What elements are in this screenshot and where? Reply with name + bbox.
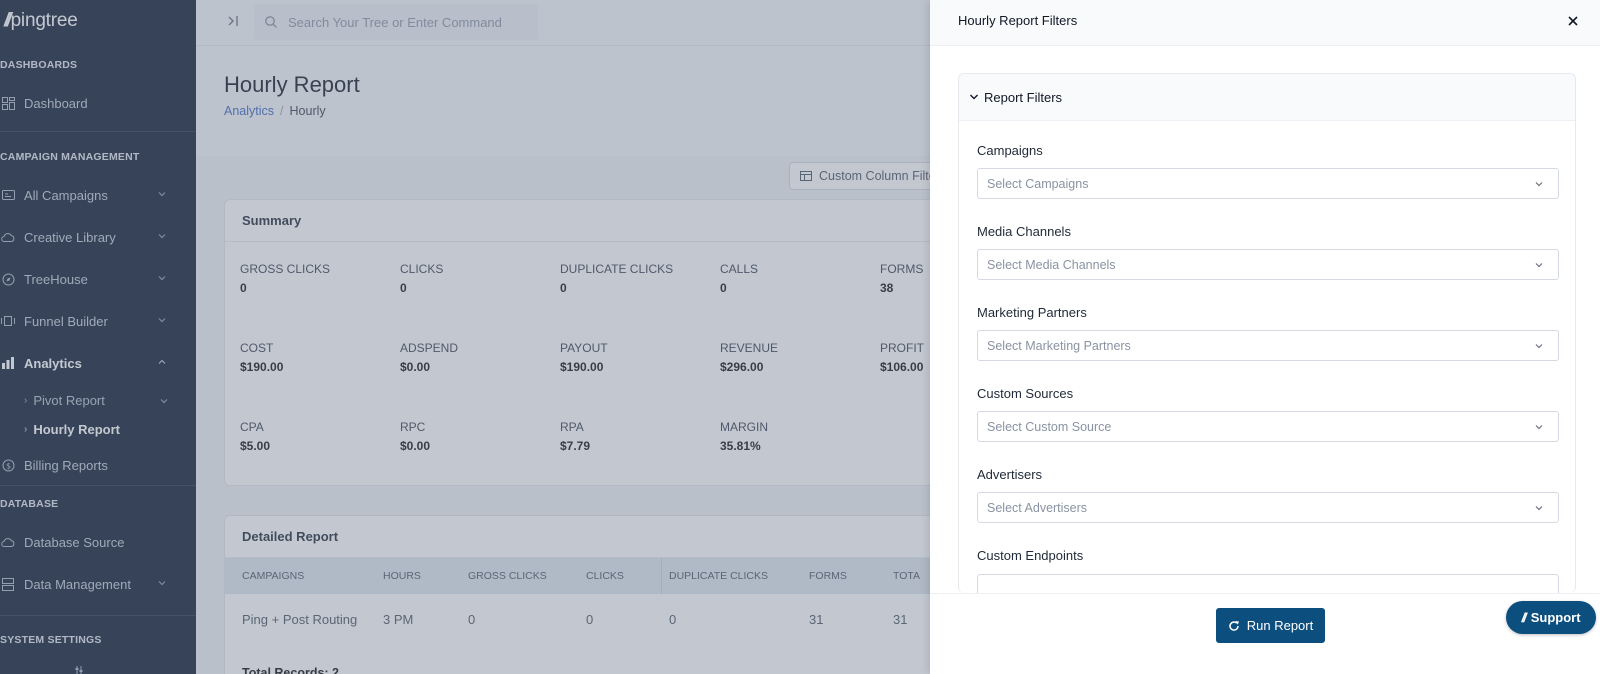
select-placeholder: Select Marketing Partners xyxy=(987,338,1131,353)
drawer-title: Hourly Report Filters xyxy=(958,13,1078,28)
filter-label: Advertisers xyxy=(977,467,1043,482)
refresh-icon xyxy=(1229,620,1239,631)
chevron-down-icon xyxy=(1535,263,1543,268)
run-report-label: Run Report xyxy=(1246,618,1314,633)
modal-backdrop[interactable] xyxy=(0,0,930,674)
chevron-down-icon xyxy=(1535,425,1543,430)
custom-sources-select[interactable]: Select Custom Source xyxy=(977,411,1559,442)
filter-label: Campaigns xyxy=(977,143,1043,158)
report-filters-title: Report Filters xyxy=(984,89,1063,105)
select-placeholder: Select Media Channels xyxy=(987,257,1116,272)
chevron-down-icon xyxy=(1535,506,1543,511)
filter-label: Custom Endpoints xyxy=(977,548,1084,563)
support-button[interactable]: // Support xyxy=(1506,601,1596,634)
filter-label: Custom Sources xyxy=(977,386,1074,401)
filter-label: Marketing Partners xyxy=(977,305,1087,320)
support-label: Support xyxy=(1530,610,1581,625)
marketing-partners-select[interactable]: Select Marketing Partners xyxy=(977,330,1559,361)
custom-endpoints-select[interactable] xyxy=(977,574,1559,593)
media-channels-select[interactable]: Select Media Channels xyxy=(977,249,1559,280)
campaigns-select[interactable]: Select Campaigns xyxy=(977,168,1559,199)
chevron-down-icon xyxy=(1535,182,1543,187)
filters-drawer: Hourly Report Filters Report Filters Cam… xyxy=(930,0,1600,674)
select-placeholder: Select Advertisers xyxy=(987,500,1088,515)
report-filters-toggle[interactable]: Report Filters xyxy=(959,74,1575,121)
chevron-down-icon xyxy=(970,94,978,100)
run-report-button[interactable]: Run Report xyxy=(1216,608,1325,643)
drawer-header: Hourly Report Filters xyxy=(930,0,1600,46)
chevron-down-icon xyxy=(1535,344,1543,349)
select-placeholder: Select Custom Source xyxy=(987,419,1112,434)
drawer-footer: Run Report xyxy=(930,593,1600,674)
filter-label: Media Channels xyxy=(977,224,1071,239)
advertisers-select[interactable]: Select Advertisers xyxy=(977,492,1559,523)
report-filters-panel: Report Filters Campaigns Select Campaign… xyxy=(958,73,1576,593)
support-logo-icon: // xyxy=(1521,610,1526,625)
close-icon[interactable] xyxy=(1566,14,1580,28)
select-placeholder: Select Campaigns xyxy=(987,176,1089,191)
